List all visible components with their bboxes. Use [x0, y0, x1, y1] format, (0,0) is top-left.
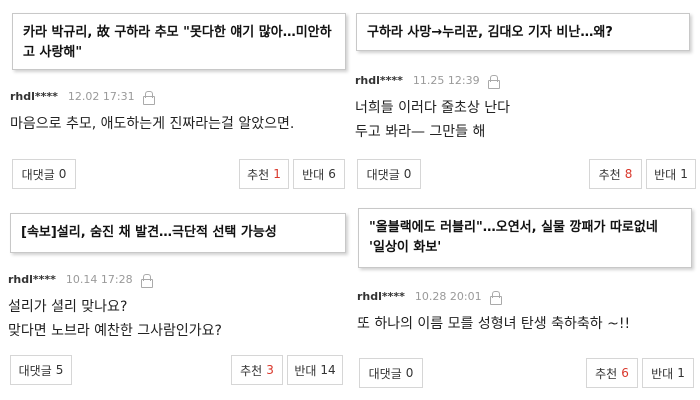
dislike-button[interactable]: 반대 14 — [287, 355, 343, 385]
dislike-button[interactable]: 반대 1 — [646, 159, 696, 189]
dislike-count: 14 — [320, 363, 336, 377]
dislike-label: 반대 — [651, 366, 674, 381]
comment-line: 마음으로 추모, 애도하는게 진짜라는걸 알았으면. — [10, 116, 295, 132]
article-title-link[interactable]: [속보]설리, 숨진 채 발견…극단적 선택 가능성 — [10, 213, 346, 253]
like-count: 1 — [273, 167, 281, 181]
reply-count: 0 — [403, 167, 412, 181]
article-title-link[interactable]: 카라 박규리, 故 구하라 추모 "못다한 얘기 많아…미안하 고 사랑해" — [12, 13, 346, 70]
reply-button[interactable]: 대댓글 5 — [10, 355, 72, 385]
comment-body: 설리가 셜리 맞나요? 맞다면 노브라 예찬한 그사람인가요? — [8, 295, 222, 343]
comment-body: 너희들 이러다 줄초상 난다 두고 봐라— 그만들 해 — [355, 96, 510, 144]
article-title-line-1: "올블랙에도 러블리"…오연서, 실물 깡패가 따로없네 — [369, 220, 658, 235]
article-title: [속보]설리, 숨진 채 발견…극단적 선택 가능성 — [21, 225, 277, 240]
comment-line: 두고 봐라— 그만들 해 — [355, 124, 486, 140]
article-title-link[interactable]: "올블랙에도 러블리"…오연서, 실물 깡패가 따로없네 '일상이 화보' — [358, 208, 692, 268]
lock-icon — [487, 74, 500, 89]
dislike-label: 반대 — [302, 167, 325, 182]
reply-count: 0 — [405, 366, 414, 380]
like-label: 추천 — [598, 167, 621, 182]
article-title-line-1: 카라 박규리, 故 구하라 추모 "못다한 얘기 많아…미안하 — [23, 25, 332, 40]
dislike-label: 반대 — [654, 167, 677, 182]
comment-time: 10.28 20:01 — [414, 290, 482, 303]
dislike-count: 1 — [677, 366, 685, 380]
like-label: 추천 — [595, 366, 618, 381]
comment-line: 설리가 셜리 맞나요? — [8, 299, 128, 315]
article-title-line-2: '일상이 화보' — [369, 240, 442, 255]
lock-icon — [142, 90, 155, 105]
like-label: 추천 — [240, 363, 263, 378]
reply-count: 5 — [55, 363, 64, 377]
comment-meta: rhdl**** 10.28 20:01 — [357, 290, 502, 305]
dislike-count: 6 — [328, 167, 336, 181]
dislike-button[interactable]: 반대 1 — [642, 358, 694, 388]
like-button[interactable]: 추천 8 — [589, 159, 642, 189]
comment-author: rhdl**** — [355, 74, 403, 87]
comment-author: rhdl**** — [357, 290, 405, 303]
reply-count: 0 — [58, 167, 67, 181]
like-count: 8 — [624, 167, 633, 181]
comment-author: rhdl**** — [8, 273, 56, 286]
reply-button[interactable]: 대댓글 0 — [359, 358, 423, 388]
reply-label: 대댓글 — [366, 167, 400, 182]
like-count: 3 — [266, 363, 274, 377]
lock-icon — [140, 273, 153, 288]
dislike-button[interactable]: 반대 6 — [293, 159, 345, 189]
comment-time: 12.02 17:31 — [67, 90, 135, 103]
comment-body: 또 하나의 이름 모를 성형녀 탄생 축하축하 ~!! — [357, 312, 630, 336]
lock-icon — [489, 290, 502, 305]
comment-line: 또 하나의 이름 모를 성형녀 탄생 축하축하 ~!! — [357, 316, 631, 332]
like-count: 6 — [621, 366, 629, 380]
like-button[interactable]: 추천 1 — [239, 159, 289, 189]
like-button[interactable]: 추천 3 — [231, 355, 283, 385]
comment-time: 10.14 17:28 — [65, 273, 133, 286]
comment-meta: rhdl**** 12.02 17:31 — [10, 90, 155, 105]
article-title: 구하라 사망→누리꾼, 김대오 기자 비난…왜? — [367, 25, 613, 40]
reply-button[interactable]: 대댓글 0 — [12, 159, 76, 189]
comment-meta: rhdl**** 10.14 17:28 — [8, 273, 153, 288]
reply-button[interactable]: 대댓글 0 — [357, 159, 421, 189]
comment-time: 11.25 12:39 — [412, 74, 480, 87]
comment-line: 너희들 이러다 줄초상 난다 — [355, 100, 511, 116]
reply-label: 대댓글 — [21, 167, 55, 182]
comment-meta: rhdl**** 11.25 12:39 — [355, 74, 500, 89]
comment-line: 맞다면 노브라 예찬한 그사람인가요? — [8, 323, 222, 339]
reply-label: 대댓글 — [18, 363, 52, 378]
article-title-line-2: 고 사랑해" — [23, 45, 83, 60]
dislike-count: 1 — [680, 167, 688, 181]
like-label: 추천 — [247, 167, 270, 182]
reply-label: 대댓글 — [368, 366, 402, 381]
like-button[interactable]: 추천 6 — [586, 358, 638, 388]
comment-author: rhdl**** — [10, 90, 58, 103]
article-title-link[interactable]: 구하라 사망→누리꾼, 김대오 기자 비난…왜? — [356, 13, 690, 51]
comment-body: 마음으로 추모, 애도하는게 진짜라는걸 알았으면. — [10, 112, 294, 136]
dislike-label: 반대 — [294, 363, 317, 378]
